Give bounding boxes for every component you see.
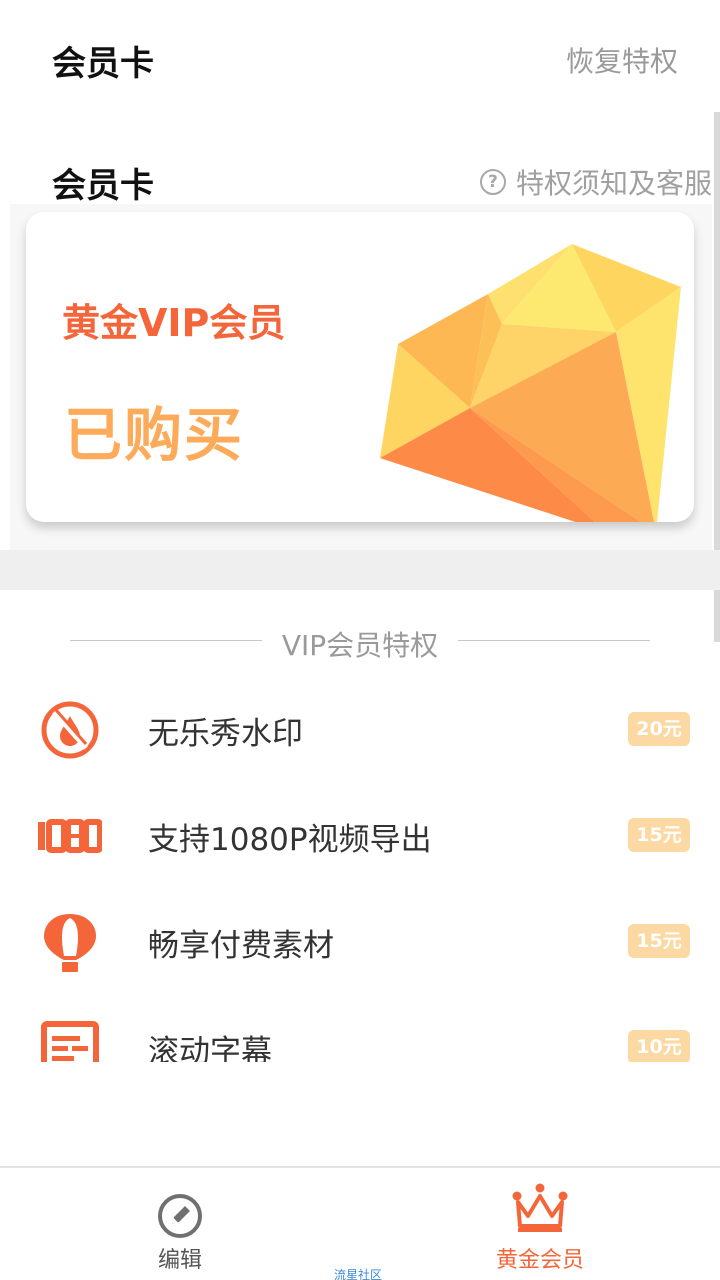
privileges-heading: VIP会员特权 <box>0 618 720 664</box>
top-bar: 会员卡 恢复特权 <box>0 0 720 112</box>
privilege-item-scrolling-subtitle[interactable]: 滚动字幕 10元 <box>0 1002 720 1062</box>
price-badge: 15元 <box>628 924 690 958</box>
privileges-heading-label: VIP会员特权 <box>281 629 439 662</box>
crown-icon <box>512 1183 568 1232</box>
membership-card[interactable]: 黄金VIP会员 已购买 <box>26 212 694 522</box>
no-watermark-icon <box>41 701 99 759</box>
price-badge: 10元 <box>628 1030 690 1062</box>
price-badge: 20元 <box>628 712 690 746</box>
help-label: 特权须知及客服 <box>515 167 712 200</box>
section-title: 会员卡 <box>52 166 154 206</box>
tab-label: 编辑 <box>157 1248 202 1273</box>
restore-privileges-button[interactable]: 恢复特权 <box>566 40 678 80</box>
privilege-name: 滚动字幕 <box>148 1034 272 1062</box>
diamond-gem-icon <box>380 244 681 522</box>
tab-label: 黄金会员 <box>495 1248 584 1273</box>
tab-gold-member[interactable]: 黄金会员 <box>440 1168 640 1280</box>
1080-icon <box>38 819 102 853</box>
privilege-item-no-watermark[interactable]: 无乐秀水印 20元 <box>0 684 720 774</box>
edit-pencil-icon <box>158 1194 202 1238</box>
privilege-name: 支持1080P视频导出 <box>148 822 432 858</box>
membership-card-section: 会员卡 ? 特权须知及客服 黄金VIP会员 已购买 <box>0 112 712 552</box>
subtitle-icon <box>41 1021 99 1062</box>
privilege-item-paid-materials[interactable]: 畅享付费素材 15元 <box>0 896 720 986</box>
card-tier: 黄金VIP会员 <box>62 301 286 345</box>
price-badge: 15元 <box>628 818 690 852</box>
privilege-name: 无乐秀水印 <box>148 716 303 752</box>
card-status: 已购买 <box>64 401 245 469</box>
bottom-tab-bar: 编辑 黄金会员 <box>0 1166 720 1280</box>
privilege-name: 畅享付费素材 <box>148 928 334 964</box>
tab-edit[interactable]: 编辑 <box>80 1168 280 1280</box>
hot-air-balloon-icon <box>44 914 96 972</box>
question-circle-icon: ? <box>479 169 506 195</box>
privilege-item-1080p[interactable]: 支持1080P视频导出 15元 <box>0 790 720 880</box>
page-title: 会员卡 <box>52 44 154 84</box>
watermark-text: 流星社区 <box>334 1268 383 1280</box>
privilege-help-link[interactable]: ? 特权须知及客服 <box>479 162 712 202</box>
divider-line-right <box>458 640 650 641</box>
section-separator <box>0 550 720 590</box>
